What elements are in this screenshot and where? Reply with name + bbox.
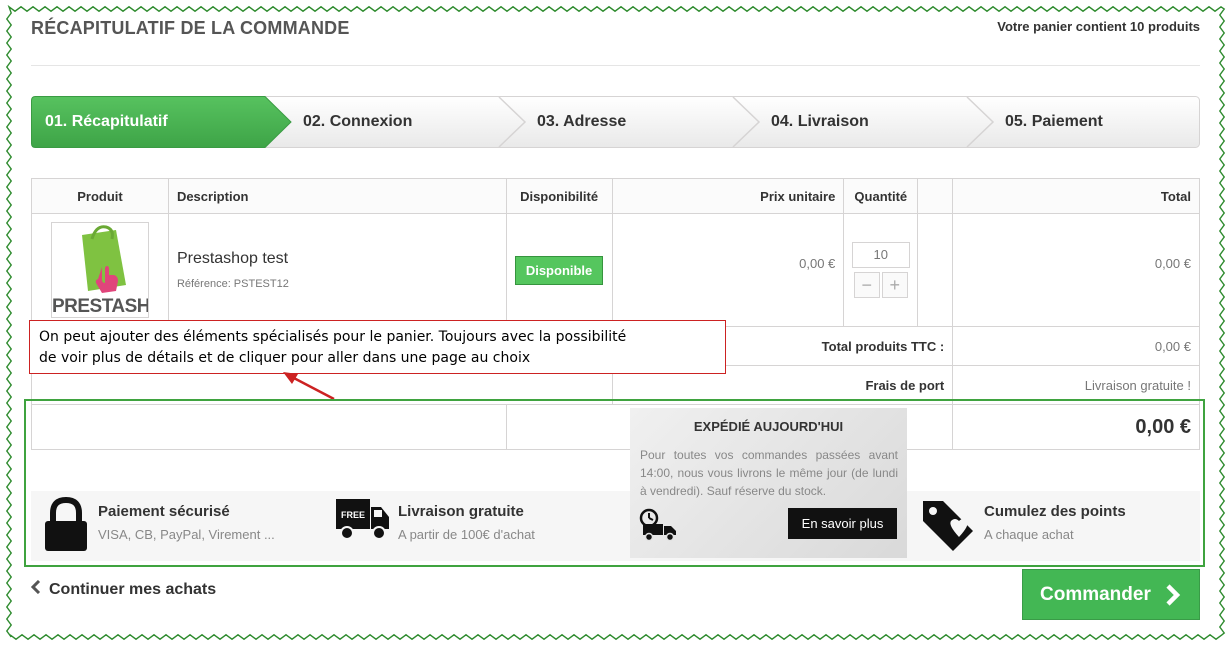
reassurance-title: Paiement sécurisé xyxy=(98,503,230,520)
line-total: 0,00 € xyxy=(952,213,1200,327)
header-unit-price: Prix unitaire xyxy=(611,178,845,214)
learn-more-button[interactable]: En savoir plus xyxy=(788,508,897,539)
product-image[interactable]: PRESTASHOP xyxy=(50,222,149,318)
free-badge-text: FREE xyxy=(341,510,365,520)
shipping-popup-title: EXPÉDIÉ AUJOURD'HUI xyxy=(693,419,844,434)
shipping-today-popup: EXPÉDIÉ AUJOURD'HUI Pour toutes vos comm… xyxy=(630,408,907,558)
availability-cell: Disponible xyxy=(505,213,613,327)
title-divider xyxy=(31,65,1200,66)
prestashop-logo-text: PRESTASHOP xyxy=(51,296,149,317)
quantity-increase-button[interactable]: + xyxy=(881,272,908,298)
product-name[interactable]: Prestashop test xyxy=(177,250,506,268)
quantity-decrease-button[interactable]: − xyxy=(853,272,880,298)
quantity-cell: 10 − + xyxy=(843,213,919,327)
step-recapitulatif[interactable]: 01. Récapitulatif xyxy=(45,96,168,148)
reassurance-secure-payment[interactable]: Paiement sécurisé VISA, CB, PayPal, Vire… xyxy=(43,491,323,561)
reassurance-free-shipping[interactable]: FREE Livraison gratuite A partir de 100€… xyxy=(336,491,616,561)
order-button-label: Commander xyxy=(1040,584,1151,605)
header-delete xyxy=(917,178,954,214)
chevron-left-icon xyxy=(31,580,41,594)
chevron-right-icon xyxy=(1166,584,1181,606)
annotation-line-1: On peut ajouter des éléments spécialisés… xyxy=(39,329,627,345)
header-product: Produit xyxy=(31,178,169,214)
header-description: Description xyxy=(167,178,507,214)
step-paiement[interactable]: 05. Paiement xyxy=(1005,96,1103,148)
header-quantity: Quantité xyxy=(843,178,919,214)
product-description-cell: Prestashop test Référence: PSTEST12 xyxy=(167,213,507,327)
total-products-value: 0,00 € xyxy=(952,326,1200,366)
reassurance-subtitle: A chaque achat xyxy=(984,527,1074,542)
free-truck-icon: FREE xyxy=(336,499,389,540)
unit-price: 0,00 € xyxy=(611,213,845,327)
annotation-line-2: de voir plus de détails et de cliquer po… xyxy=(39,350,531,366)
continue-shopping-link[interactable]: Continuer mes achats xyxy=(31,580,216,599)
header-total: Total xyxy=(952,178,1200,214)
step-adresse[interactable]: 03. Adresse xyxy=(537,96,626,148)
step-livraison[interactable]: 04. Livraison xyxy=(771,96,869,148)
reassurance-subtitle: A partir de 100€ d'achat xyxy=(398,527,535,542)
cart-summary: Votre panier contient 10 produits xyxy=(997,19,1200,34)
step-connexion[interactable]: 02. Connexion xyxy=(303,96,412,148)
shipping-popup-text: Pour toutes vos commandes passées avant … xyxy=(640,448,898,498)
annotation-callout: On peut ajouter des éléments spécialisés… xyxy=(29,320,726,374)
fast-delivery-icon xyxy=(639,508,676,542)
tag-heart-icon xyxy=(923,501,973,551)
reassurance-title: Livraison gratuite xyxy=(398,503,524,520)
product-image-cell: PRESTASHOP xyxy=(31,213,169,327)
product-reference: Référence: PSTEST12 xyxy=(176,278,289,290)
header-availability: Disponibilité xyxy=(505,178,613,214)
checkout-steps: 01. Récapitulatif 02. Connexion 03. Adre… xyxy=(31,96,1200,148)
reassurance-loyalty-points[interactable]: Cumulez des points A chaque achat xyxy=(921,491,1191,561)
quantity-input[interactable]: 10 xyxy=(851,242,910,268)
lock-icon xyxy=(45,497,87,551)
order-button[interactable]: Commander xyxy=(1022,569,1200,620)
table-row: PRESTASHOP Prestashop test Référence: PS… xyxy=(31,213,1200,327)
page-title: RÉCAPITULATIF DE LA COMMANDE xyxy=(31,18,350,38)
reassurance-subtitle: VISA, CB, PayPal, Virement ... xyxy=(98,527,275,542)
reassurance-title: Cumulez des points xyxy=(984,503,1126,520)
availability-badge: Disponible xyxy=(514,255,604,285)
continue-shopping-label: Continuer mes achats xyxy=(49,581,217,598)
delete-cell xyxy=(917,213,954,327)
reassurance-band: Paiement sécurisé VISA, CB, PayPal, Vire… xyxy=(31,491,1200,561)
